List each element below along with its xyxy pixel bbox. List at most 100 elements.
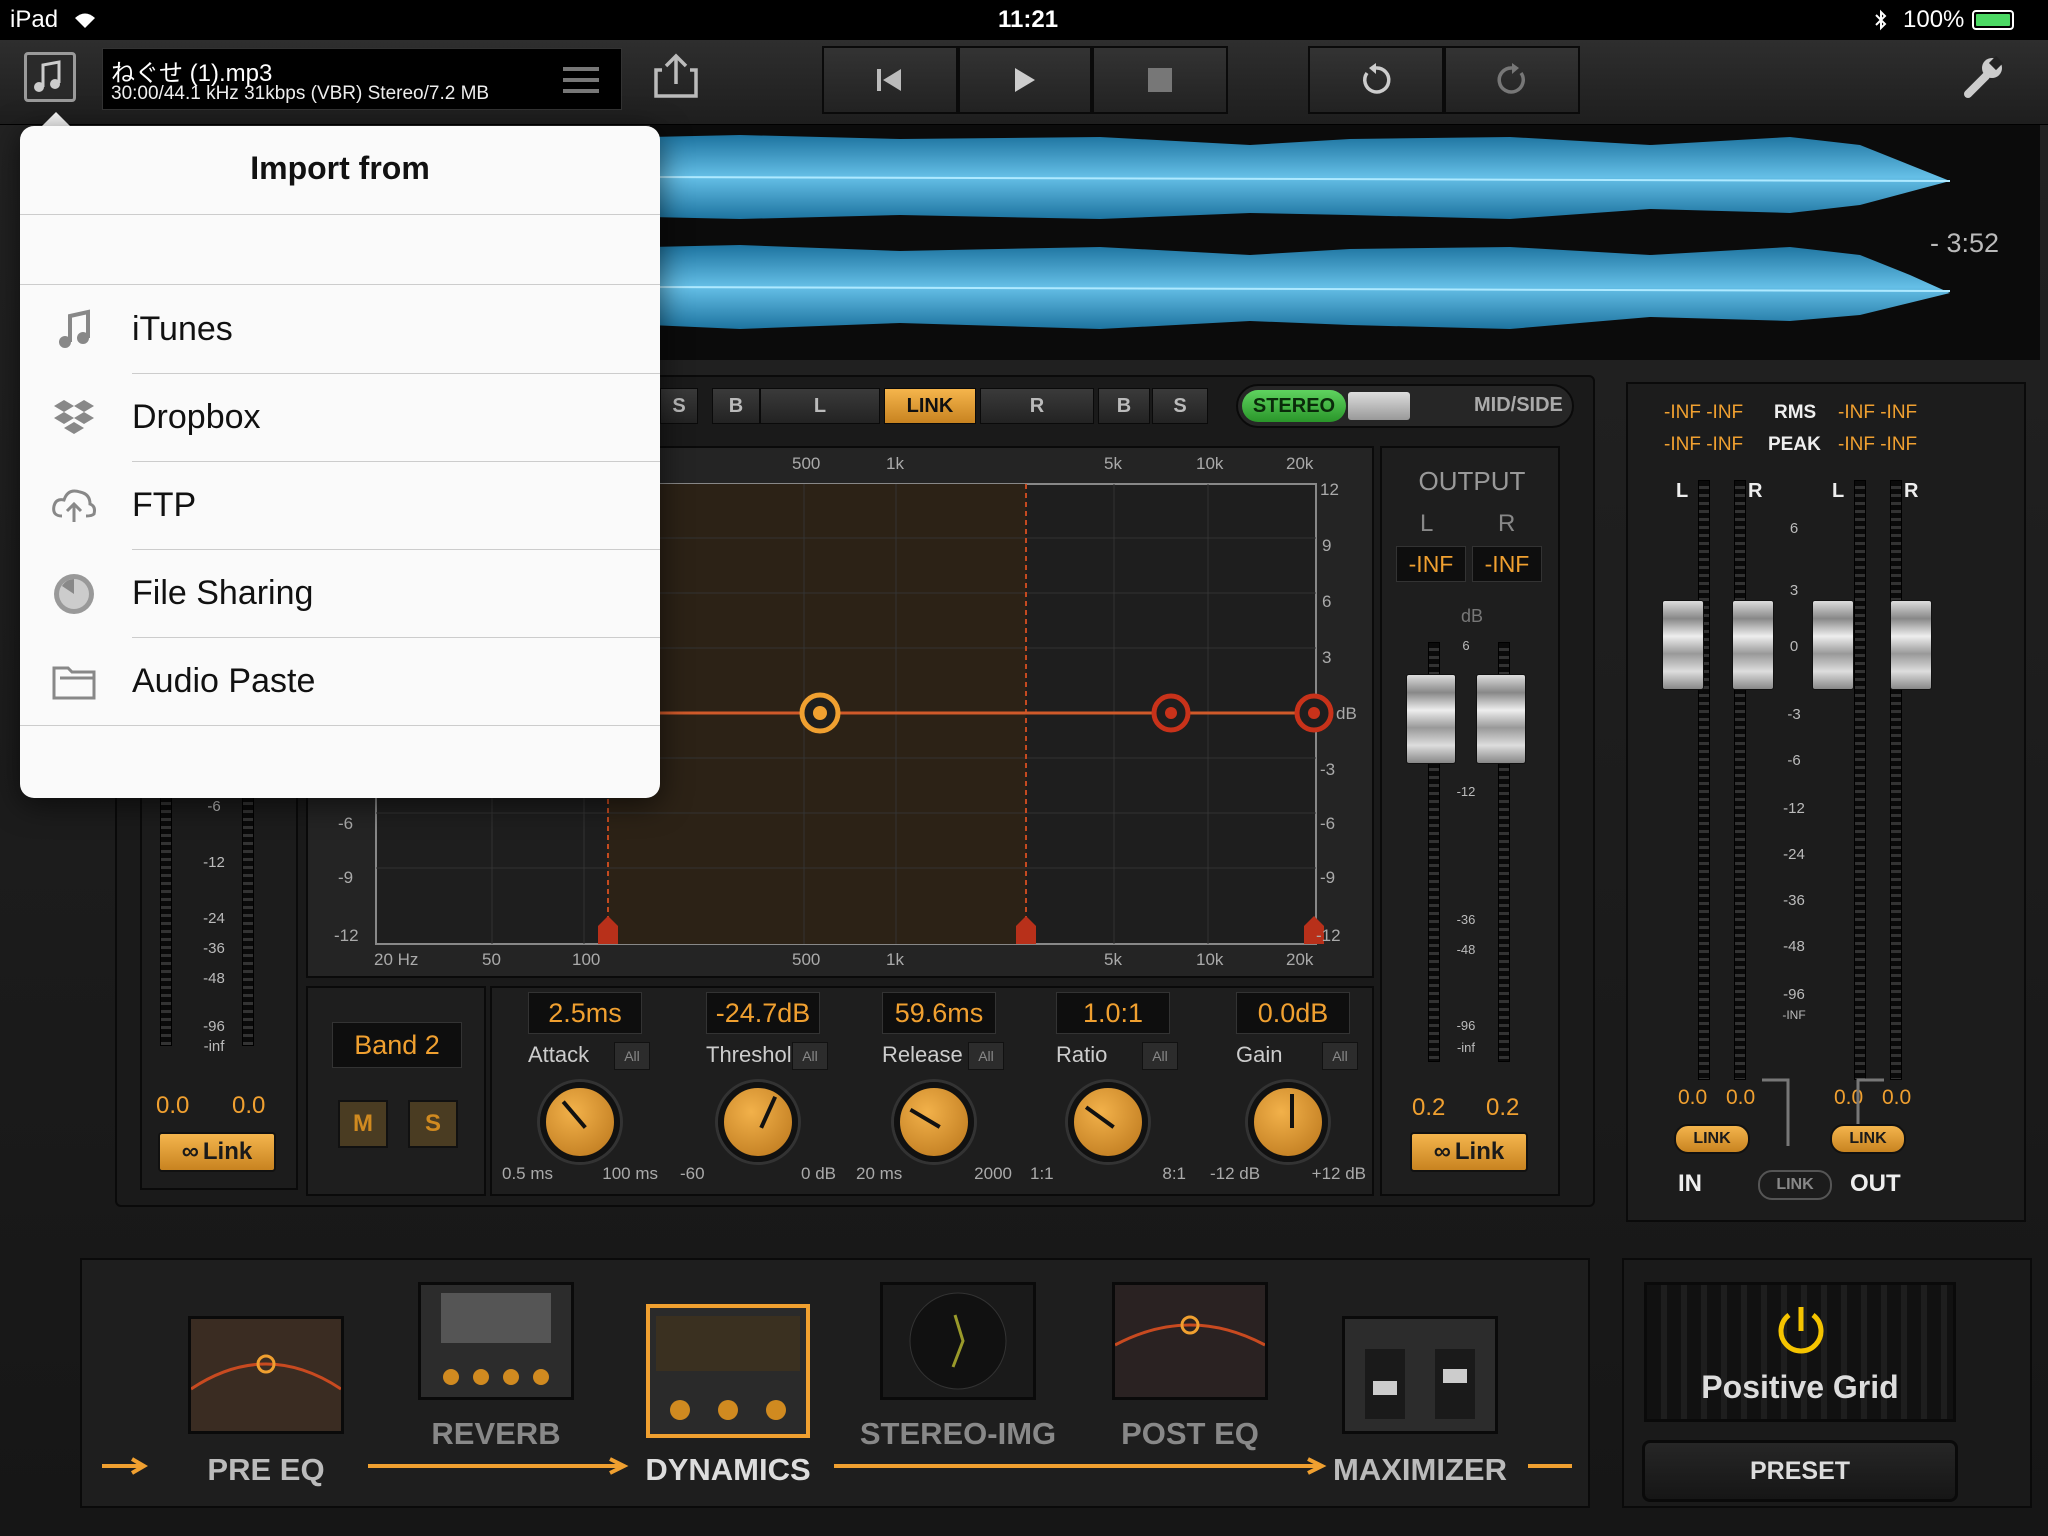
meter-scale-label: -12 (203, 854, 225, 871)
freq-label-top: 1k (886, 454, 904, 473)
reverb-module[interactable] (418, 1282, 574, 1400)
preset-button[interactable]: PRESET (1642, 1440, 1958, 1502)
wrench-icon[interactable] (1962, 56, 2004, 100)
waveform-graphic (649, 135, 1951, 329)
band-bypass-left[interactable]: B (712, 388, 760, 424)
band-solo-button[interactable]: S (408, 1100, 458, 1148)
control-knob[interactable] (894, 1082, 974, 1162)
in-link-button[interactable]: LINK (1674, 1124, 1750, 1154)
freq-label-bottom: 100 (572, 950, 601, 969)
pre-eq-label: PRE EQ (207, 1452, 325, 1487)
control-all-button[interactable]: All (968, 1042, 1004, 1070)
input-link-button[interactable]: ∞ Link (158, 1132, 276, 1172)
control-min-label: 1:1 (1030, 1164, 1054, 1183)
dynamics-module[interactable] (646, 1304, 810, 1438)
control-release: 59.6ms Release All 20 ms 2000 (846, 986, 1022, 1196)
master-scale-label: -12 (1783, 800, 1805, 817)
out-right-fader[interactable] (1890, 600, 1932, 690)
power-panel[interactable]: Positive Grid (1644, 1282, 1956, 1422)
stop-button[interactable] (1092, 46, 1228, 114)
undo-icon (1363, 63, 1391, 94)
control-value[interactable]: 2.5ms (528, 992, 642, 1034)
wifi-icon (75, 13, 95, 28)
import-audio-paste[interactable]: Audio Paste (20, 638, 660, 726)
band-mute-button[interactable]: M (338, 1100, 388, 1148)
control-value[interactable]: 59.6ms (882, 992, 996, 1034)
music-note-icon[interactable] (24, 52, 76, 102)
undo-button[interactable] (1308, 46, 1444, 114)
in-out-link-button[interactable]: LINK (1758, 1170, 1832, 1200)
band-bypass-right[interactable]: B (1098, 388, 1150, 424)
control-knob[interactable] (718, 1082, 798, 1162)
freq-label-bottom: 10k (1196, 950, 1224, 969)
band-right[interactable]: R (980, 388, 1094, 424)
knob-indicator (1290, 1094, 1294, 1128)
meter-scale-label: -96 (203, 1018, 225, 1035)
device-name: iPad (10, 6, 59, 33)
battery-icon (1972, 10, 2014, 30)
db-label-right: 12 (1320, 480, 1339, 499)
out-l-label: L (1832, 480, 1845, 502)
freq-label-bottom: 500 (792, 950, 821, 969)
toggle-thumb[interactable] (1348, 392, 1410, 420)
control-value[interactable]: 1.0:1 (1056, 992, 1170, 1034)
control-all-button[interactable]: All (792, 1042, 828, 1070)
out-left-fader[interactable] (1812, 600, 1854, 690)
knob-indicator (1084, 1105, 1115, 1129)
import-itunes[interactable]: iTunes (20, 286, 660, 374)
output-link-button[interactable]: ∞ Link (1410, 1132, 1528, 1172)
master-meters: -INF -INF RMS -INF -INF -INF -INF PEAK -… (1626, 382, 2026, 1222)
band-label[interactable]: Band 2 (332, 1022, 462, 1068)
control-value[interactable]: 0.0dB (1236, 992, 1350, 1034)
stereo-midside-toggle[interactable]: STEREO MID/SIDE (1236, 384, 1574, 428)
power-icon[interactable] (1771, 1301, 1831, 1361)
control-min-label: 20 ms (856, 1164, 903, 1183)
master-scale-label: -6 (1787, 752, 1801, 769)
play-button[interactable] (958, 46, 1092, 114)
skip-back-button[interactable] (822, 46, 958, 114)
control-value[interactable]: -24.7dB (706, 992, 820, 1034)
import-file-sharing[interactable]: File Sharing (20, 550, 660, 638)
post-eq-module[interactable] (1112, 1282, 1268, 1400)
output-left-fader[interactable] (1406, 674, 1456, 764)
in-left-fader[interactable] (1662, 600, 1704, 690)
import-ftp-label: FTP (132, 486, 197, 524)
control-min-label: -60 (680, 1164, 705, 1183)
in-right-fader[interactable] (1732, 600, 1774, 690)
band-solo-right[interactable]: S (1152, 388, 1208, 424)
master-scale-label: -36 (1783, 892, 1805, 909)
control-all-button[interactable]: All (1322, 1042, 1358, 1070)
folder-icon (52, 666, 96, 700)
import-dropbox[interactable]: Dropbox (20, 374, 660, 462)
output-scale-label: -48 (1456, 942, 1476, 957)
share-icon[interactable] (652, 52, 700, 100)
output-scale-label: 6 (1462, 638, 1470, 653)
control-knob[interactable] (1068, 1082, 1148, 1162)
rms-right-values: -INF -INF (1838, 402, 1918, 423)
freq-label-top: 20k (1286, 454, 1314, 473)
control-knob[interactable] (540, 1082, 620, 1162)
waveform-view[interactable] (649, 125, 2040, 360)
output-scale-label: -36 (1456, 912, 1476, 927)
redo-button[interactable] (1444, 46, 1580, 114)
band-link[interactable]: LINK (884, 388, 976, 424)
menu-icon[interactable] (563, 65, 599, 95)
output-title: OUTPUT (1418, 466, 1526, 496)
app-root: iPad 11:21 100% ねぐせ (1).mp3 30:00/44.1 k… (0, 0, 2048, 1536)
control-all-button[interactable]: All (614, 1042, 650, 1070)
file-info[interactable]: ねぐせ (1).mp3 30:00/44.1 kHz 31kbps (VBR) … (102, 48, 622, 110)
pre-eq-module[interactable] (188, 1316, 344, 1434)
out-link-button[interactable]: LINK (1830, 1124, 1906, 1154)
band-left[interactable]: L (760, 388, 880, 424)
stereo-img-module[interactable] (880, 1282, 1036, 1400)
control-all-button[interactable]: All (1142, 1042, 1178, 1070)
import-ftp[interactable]: FTP (20, 462, 660, 550)
maximizer-module[interactable] (1342, 1316, 1498, 1434)
db-label-right: dB (1336, 704, 1357, 723)
band-solo-left[interactable]: S (660, 388, 698, 424)
stop-icon (1148, 68, 1172, 92)
output-right-fader[interactable] (1476, 674, 1526, 764)
db-label-right: 6 (1322, 592, 1332, 611)
control-knob[interactable] (1248, 1082, 1328, 1162)
control-max-label: 8:1 (1162, 1164, 1186, 1183)
